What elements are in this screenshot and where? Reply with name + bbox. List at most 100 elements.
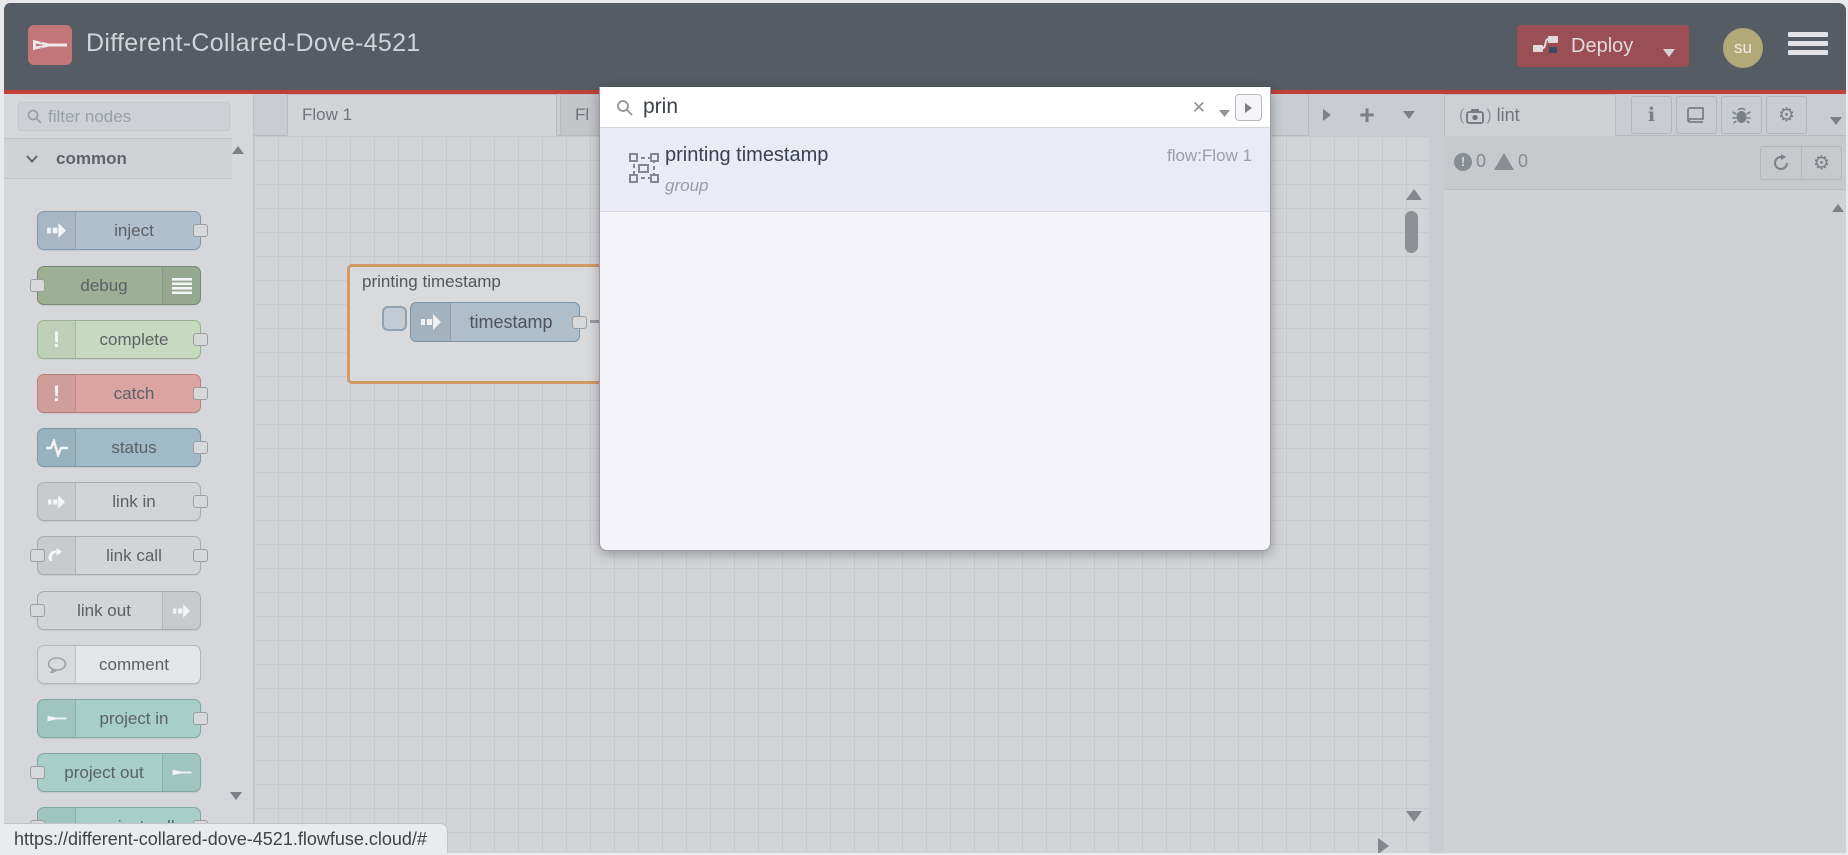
search-options-caret-icon[interactable] — [1219, 104, 1230, 122]
lint-actions: ⚙ — [1760, 146, 1842, 180]
right-port — [193, 441, 208, 454]
search-input-row: ✕ — [600, 87, 1270, 128]
palette-node-label: link call — [106, 545, 162, 565]
palette-node-label: status — [111, 437, 157, 457]
tab-lint[interactable]: ( ) lint — [1444, 94, 1616, 136]
link-arrow-icon — [38, 483, 76, 520]
instance-title: Different-Collared-Dove-4521 — [86, 29, 421, 57]
help-sidebar-button[interactable] — [1676, 96, 1717, 134]
workspace-toolbar: + — [1308, 94, 1429, 136]
palette-node-project-out[interactable]: project out — [30, 753, 201, 792]
search-icon — [617, 99, 633, 116]
inject-node[interactable]: timestamp — [410, 302, 587, 342]
tab-flow-2-label: Fl — [575, 105, 590, 124]
deploy-button[interactable]: Deploy — [1517, 25, 1689, 67]
tab-lint-label: lint — [1496, 105, 1520, 125]
status-pulse-icon — [38, 429, 76, 466]
inject-output-port[interactable] — [572, 316, 587, 329]
comment-bubble-icon — [38, 646, 76, 683]
refresh-icon — [1774, 154, 1788, 170]
deploy-label: Deploy — [1571, 34, 1634, 57]
flowfuse-mini-icon — [38, 700, 76, 737]
search-icon — [27, 109, 42, 124]
palette-node-label: comment — [99, 654, 169, 674]
right-port — [193, 387, 208, 400]
add-flow-button[interactable]: + — [1359, 102, 1375, 129]
search-dialog: ✕ printing — [599, 87, 1271, 551]
palette-node-debug[interactable]: debug — [30, 266, 201, 305]
lint-refresh-button[interactable] — [1761, 147, 1801, 179]
browser-status-url: https://different-collared-dove-4521.flo… — [4, 823, 448, 853]
right-port — [193, 495, 208, 508]
canvas-scroll-up-icon[interactable] — [1406, 189, 1422, 200]
group-label: printing timestamp — [362, 272, 501, 291]
right-port — [193, 333, 208, 346]
palette-scroll-down-icon[interactable] — [230, 792, 242, 800]
chevron-down-icon — [26, 154, 38, 163]
main-menu-icon[interactable] — [1788, 32, 1828, 62]
palette-node-comment[interactable]: comment — [37, 645, 201, 684]
right-port — [193, 712, 208, 725]
book-icon — [1687, 106, 1704, 123]
tab-scroll-right-icon[interactable] — [1323, 109, 1332, 121]
palette-node-label: project out — [64, 762, 144, 782]
left-port — [30, 549, 45, 562]
palette-node-complete[interactable]: ! complete — [37, 320, 208, 359]
deploy-options-caret-icon[interactable] — [1663, 44, 1675, 62]
palette-node-label: catch — [113, 383, 155, 403]
error-icon: ! — [1454, 152, 1472, 171]
tab-flow-1-label: Flow 1 — [302, 105, 353, 124]
sidebar-menu-caret-icon[interactable] — [1830, 112, 1842, 130]
inject-trigger-button[interactable] — [382, 306, 407, 331]
inject-arrow-icon — [411, 303, 451, 341]
lint-medkit-icon — [1466, 108, 1485, 124]
canvas-vertical-scrollbar[interactable] — [1405, 211, 1418, 253]
palette-node-label: project in — [99, 708, 169, 728]
palette-node-label: link in — [112, 491, 156, 511]
palette-node-label: link out — [77, 600, 131, 620]
right-sidebar: ( ) lint i ⚙ ! 0 0 ⚙ — [1444, 94, 1846, 853]
left-port — [30, 766, 45, 779]
palette-node-inject[interactable]: inject — [37, 211, 208, 250]
search-result-item[interactable]: printing timestamp group flow:Flow 1 — [600, 128, 1270, 212]
lint-error-count: 0 — [1476, 151, 1487, 171]
debug-sidebar-button[interactable] — [1721, 96, 1762, 134]
debug-lines-icon — [162, 267, 200, 304]
sidebar-splitter[interactable] — [1429, 94, 1444, 853]
info-icon: i — [1647, 104, 1656, 126]
lint-toolbar: ! 0 0 ⚙ — [1444, 136, 1846, 190]
sidebar-scroll-up-icon[interactable] — [1832, 204, 1844, 212]
config-nodes-sidebar-button[interactable]: ⚙ — [1766, 96, 1807, 134]
palette-node-status[interactable]: status — [37, 428, 208, 467]
palette-filter-input[interactable] — [48, 106, 208, 127]
user-avatar[interactable]: su — [1723, 28, 1763, 68]
link-arrow-icon — [162, 592, 200, 629]
palette-category-common[interactable]: common — [4, 139, 232, 179]
search-input[interactable] — [643, 95, 1123, 119]
lint-settings-button[interactable]: ⚙ — [1801, 147, 1841, 179]
tab-flow-1[interactable]: Flow 1 — [287, 94, 557, 136]
deploy-icon — [1533, 35, 1559, 58]
palette-node-project-in[interactable]: project in — [37, 699, 208, 738]
canvas-scroll-down-icon[interactable] — [1406, 811, 1422, 822]
palette-node-link-in[interactable]: link in — [37, 482, 208, 521]
clear-search-icon[interactable]: ✕ — [1192, 98, 1206, 118]
exclamation-icon: ! — [38, 375, 76, 412]
bug-icon — [1732, 107, 1751, 124]
palette-category-label: common — [56, 148, 127, 168]
lint-issue-counts: ! 0 0 — [1454, 151, 1528, 172]
palette-node-link-call[interactable]: link call — [30, 536, 208, 575]
palette-node-link-out[interactable]: link out — [30, 591, 201, 630]
flow-list-caret-icon[interactable] — [1402, 111, 1415, 119]
sidebar-tab-bar: ( ) lint i ⚙ — [1444, 94, 1846, 136]
search-expand-button[interactable] — [1235, 94, 1262, 121]
flowfuse-mini-icon — [162, 754, 200, 791]
canvas-scroll-right-icon[interactable] — [1378, 838, 1389, 853]
group-icon — [628, 152, 660, 189]
info-sidebar-button[interactable]: i — [1631, 96, 1672, 134]
palette-filter-box[interactable] — [18, 102, 230, 131]
search-result-flow: flow:Flow 1 — [1166, 146, 1252, 165]
gear-icon: ⚙ — [1777, 104, 1796, 126]
palette-scroll-up-icon[interactable] — [232, 146, 244, 154]
palette-node-catch[interactable]: ! catch — [37, 374, 208, 413]
